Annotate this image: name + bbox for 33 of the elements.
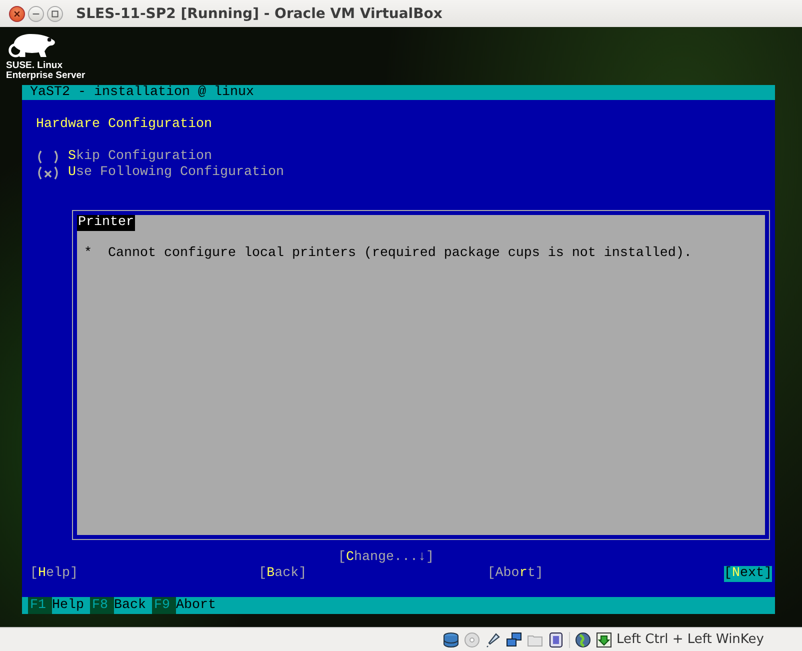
maximize-icon xyxy=(51,10,59,18)
nav-button[interactable]: [Abort] xyxy=(487,566,544,582)
function-key: F8 xyxy=(90,597,114,614)
bullet: * xyxy=(84,246,92,262)
nav-button[interactable]: [Next] xyxy=(724,566,772,582)
function-key: F9 xyxy=(152,597,176,614)
radio-option[interactable]: Use Following Configuration xyxy=(36,165,284,182)
close-icon xyxy=(13,10,21,18)
message-text: Cannot configure local printers (required package cups is not installed). xyxy=(108,246,692,262)
usb-pen-icon xyxy=(484,632,501,648)
logo-text: SUSE. Linux xyxy=(6,61,62,72)
heading: Hardware Configuration xyxy=(36,117,213,134)
radio-button[interactable] xyxy=(36,166,60,180)
nav-button[interactable]: [Back] xyxy=(258,566,307,582)
close-button[interactable] xyxy=(9,6,25,22)
nav-button[interactable]: [Help] xyxy=(30,566,78,582)
minimize-button[interactable] xyxy=(28,6,44,22)
window-title: SLES-11-SP2 [Running] - Oracle VM VirtualBox xyxy=(76,6,442,22)
hard-disk-icon xyxy=(442,632,459,648)
installer-title: YaST2 - installation @ linux xyxy=(22,85,775,100)
radio-button[interactable] xyxy=(36,150,60,164)
host-key-label: Left Ctrl + Left WinKey xyxy=(616,632,764,648)
network-icon xyxy=(506,632,522,648)
change-button[interactable]: [Change...↓] xyxy=(338,550,434,566)
radio-option[interactable]: Skip Configuration xyxy=(36,149,212,166)
section-title: Printer xyxy=(77,215,135,232)
function-key: F1 xyxy=(28,597,52,614)
chip-icon xyxy=(548,632,564,648)
maximize-button[interactable] xyxy=(47,6,63,22)
chameleon-icon xyxy=(6,32,58,60)
logo-text: Enterprise Server xyxy=(6,71,86,82)
optical-disc-icon xyxy=(464,632,480,648)
globe-icon xyxy=(574,632,591,648)
